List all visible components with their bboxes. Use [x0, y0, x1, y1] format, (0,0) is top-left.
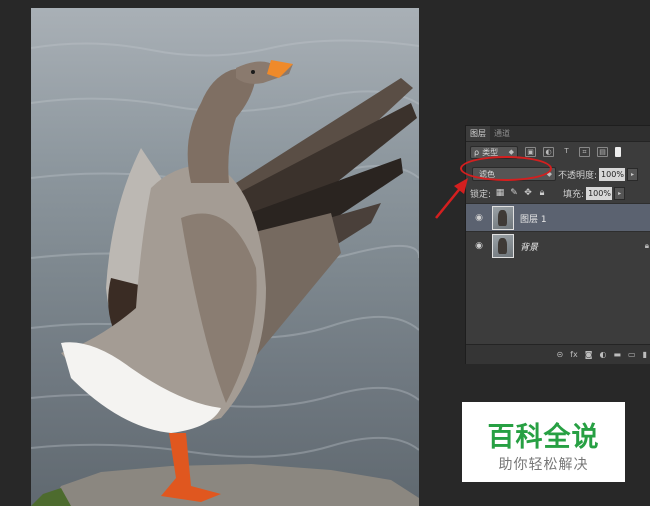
opacity-dropdown-icon[interactable]: ▸ [627, 167, 639, 181]
chevron-down-icon: ◆ [508, 148, 514, 156]
lock-icon: 🔒︎ [644, 241, 649, 250]
shape-filter-icon[interactable]: ⌗ [579, 147, 590, 157]
lock-all-icon[interactable]: 🔒︎ [537, 188, 547, 198]
tab-layers[interactable]: 图层 [466, 126, 490, 141]
layer-thumbnail [492, 234, 514, 258]
adjustment-layer-icon[interactable]: ◐ [599, 350, 606, 359]
tab-channels[interactable]: 通道 [490, 126, 514, 141]
photo-canvas[interactable] [31, 8, 419, 506]
lock-row: 锁定: ▦ ✎ ✥ 🔒︎ 填充: 100% ▸ [466, 183, 650, 203]
panel-tabs: 图层 通道 [466, 126, 650, 142]
opacity-label: 不透明度: [558, 170, 598, 181]
fill-dropdown-icon[interactable]: ▸ [614, 186, 626, 200]
search-icon: ρ [474, 147, 480, 157]
watermark-subtitle: 助你轻松解决 [498, 457, 589, 473]
lock-label: 锁定: [470, 189, 492, 200]
fx-button[interactable]: fx [570, 350, 578, 359]
new-layer-icon[interactable]: ▭ [628, 350, 636, 359]
watermark-title: 百科全说 [487, 422, 600, 453]
fill-input[interactable]: 100% [586, 186, 613, 200]
link-layers-icon[interactable]: ⊝ [556, 350, 563, 359]
annotation-ellipse [460, 156, 552, 181]
lock-pixels-icon[interactable]: ✎ [509, 188, 519, 198]
layer-row-background[interactable]: ◉ 背景 🔒︎ [466, 231, 650, 260]
add-mask-icon[interactable]: ◙ [585, 350, 593, 359]
layer-name[interactable]: 背景 [520, 240, 538, 253]
layer-name[interactable]: 图层 1 [520, 212, 547, 225]
opacity-input[interactable]: 100% [599, 167, 626, 181]
layer-thumbnail [492, 206, 514, 230]
delete-layer-icon[interactable]: ▮ [643, 350, 647, 359]
pixel-filter-icon[interactable]: ▣ [525, 147, 536, 157]
visibility-eye-icon[interactable]: ◉ [472, 213, 486, 223]
lock-position-icon[interactable]: ✥ [523, 188, 533, 198]
adjustment-filter-icon[interactable]: ◐ [543, 147, 554, 157]
lock-transparency-icon[interactable]: ▦ [495, 188, 505, 198]
visibility-eye-icon[interactable]: ◉ [472, 241, 486, 251]
annotation-arrow-icon [435, 178, 468, 219]
new-group-icon[interactable]: ▬ [613, 350, 621, 359]
watermark: 百科全说 助你轻松解决 [462, 402, 625, 482]
fill-label: 填充: [563, 189, 585, 200]
layers-footer: ⊝ fx ◙ ◐ ▬ ▭ ▮ [466, 344, 650, 364]
layer-row-layer1[interactable]: ◉ 图层 1 [466, 203, 650, 232]
type-filter-icon[interactable]: T [561, 147, 572, 157]
filter-toggle-icon[interactable] [615, 147, 621, 157]
goose-photo [31, 39, 419, 506]
smart-object-filter-icon[interactable]: ▤ [597, 147, 608, 157]
